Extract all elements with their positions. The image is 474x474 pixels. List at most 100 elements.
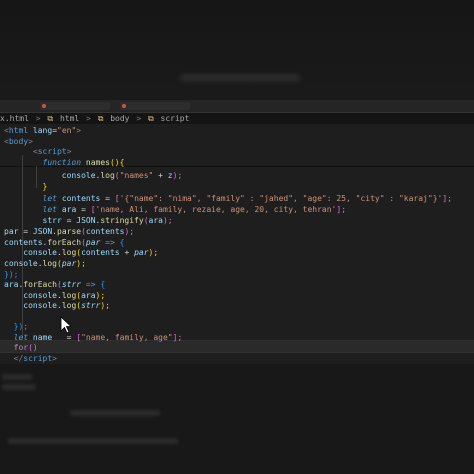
code-line[interactable]: console.log(contents + par);: [4, 248, 158, 259]
code-token: (){: [109, 157, 125, 167]
code-line[interactable]: </script>: [4, 354, 57, 365]
code-token: 'name, Ali, family, rezaie, age, 20, cit…: [95, 205, 337, 214]
code-token: forEach: [47, 237, 82, 247]
code-line[interactable]: <html lang="en">: [4, 126, 81, 137]
code-line[interactable]: let ara = ['name, Ali, family, rezaie, a…: [4, 205, 346, 216]
html-element-icon: ⧉: [97, 114, 104, 123]
html-file-icon: [122, 104, 126, 108]
code-token: }: [4, 182, 48, 191]
code-line[interactable]: });: [4, 322, 28, 333]
code-line[interactable]: <script>: [4, 147, 72, 158]
editor-tab-bar: [0, 100, 474, 113]
code-token: ara: [81, 290, 96, 300]
code-token: <: [4, 147, 38, 156]
editor-tab[interactable]: [120, 102, 190, 110]
code-token: let: [42, 205, 57, 214]
html-element-icon: ⧉: [47, 114, 54, 123]
code-line[interactable]: par = JSON.parse(contents);: [4, 227, 134, 238]
code-token: "en": [57, 126, 77, 135]
code-token: (): [28, 343, 38, 352]
code-token: =: [76, 205, 91, 214]
breadcrumb-separator: >: [136, 114, 142, 123]
code-token: names: [85, 157, 110, 167]
code-token: script: [23, 353, 53, 363]
code-token: );: [95, 290, 106, 300]
code-token: ];: [172, 332, 183, 342]
code-token: log: [61, 301, 77, 310]
code-token: );: [124, 227, 135, 236]
blurred-terminal-panel: [0, 364, 474, 474]
code-token: log: [61, 290, 77, 300]
code-token: {: [100, 280, 106, 289]
code-line[interactable]: let contents = ['{"name": "nima", "famil…: [4, 194, 452, 205]
breadcrumb-file[interactable]: x.html: [0, 114, 29, 123]
code-token: function: [42, 157, 82, 167]
code-token: log: [61, 248, 77, 257]
code-token: let: [42, 194, 57, 203]
code-token: log: [42, 259, 57, 268]
code-token: =: [18, 227, 33, 236]
code-token: );: [148, 248, 159, 257]
code-token: );: [172, 171, 183, 180]
breadcrumb-separator: >: [86, 114, 91, 123]
code-token: lang: [28, 126, 53, 135]
code-line[interactable]: strr = JSON.stringify(ara);: [4, 216, 173, 227]
code-token: +: [153, 171, 168, 180]
code-token: par: [61, 259, 77, 268]
code-line[interactable]: }: [4, 182, 48, 193]
mouse-cursor-icon: [60, 316, 72, 334]
code-token: </: [4, 353, 24, 363]
code-token: stringify: [100, 216, 144, 225]
code-line[interactable]: for(): [4, 343, 38, 354]
code-token: contents: [61, 194, 101, 203]
code-line[interactable]: <body>: [4, 137, 33, 148]
code-token: console: [23, 301, 57, 310]
code-token: strr: [61, 280, 82, 289]
code-token: '{"name": "nima", "family" : "jahed", "a…: [119, 194, 443, 203]
code-token: contents: [4, 237, 43, 247]
code-line[interactable]: contents.forEach(par => {: [4, 238, 124, 249]
code-token: );: [162, 216, 173, 225]
code-token: body: [8, 136, 29, 146]
blurred-text: [2, 374, 32, 380]
code-line[interactable]: console.log(strr);: [4, 301, 110, 312]
code-token: par: [85, 237, 101, 247]
code-token: "name, family, age": [81, 332, 173, 342]
breadcrumb-html[interactable]: html: [60, 114, 79, 123]
code-line[interactable]: });: [4, 270, 18, 281]
code-token: for: [13, 343, 29, 352]
code-line[interactable]: function names(){: [4, 157, 125, 169]
code-line[interactable]: console.log(par);: [4, 259, 86, 270]
code-line[interactable]: ara.forEach(strr => {: [4, 280, 105, 291]
breadcrumb-separator: >: [35, 114, 41, 123]
code-token: let: [13, 332, 29, 342]
code-token: forEach: [23, 280, 57, 289]
code-line[interactable]: console.log(ara);: [4, 291, 105, 302]
breadcrumb-body[interactable]: body: [110, 114, 129, 123]
code-token: console: [23, 290, 57, 300]
code-token: parse: [57, 227, 82, 236]
html-file-icon: [42, 104, 46, 108]
blurred-text: [70, 410, 160, 416]
blurred-text: [8, 438, 178, 444]
code-token: ];: [336, 205, 347, 214]
code-token: strr: [42, 216, 62, 225]
code-token: +: [119, 248, 135, 257]
breadcrumb-script[interactable]: script: [161, 114, 190, 123]
code-token: name: [32, 332, 53, 342]
code-token: JSON: [76, 216, 96, 225]
editor-tab[interactable]: [40, 102, 110, 110]
code-token: {: [119, 237, 125, 247]
code-token: >: [66, 147, 72, 156]
code-token: ara: [61, 205, 77, 214]
code-line[interactable]: let name = ["name, family, age"];: [4, 332, 183, 344]
code-line[interactable]: console.log("names" + z);: [4, 171, 182, 182]
